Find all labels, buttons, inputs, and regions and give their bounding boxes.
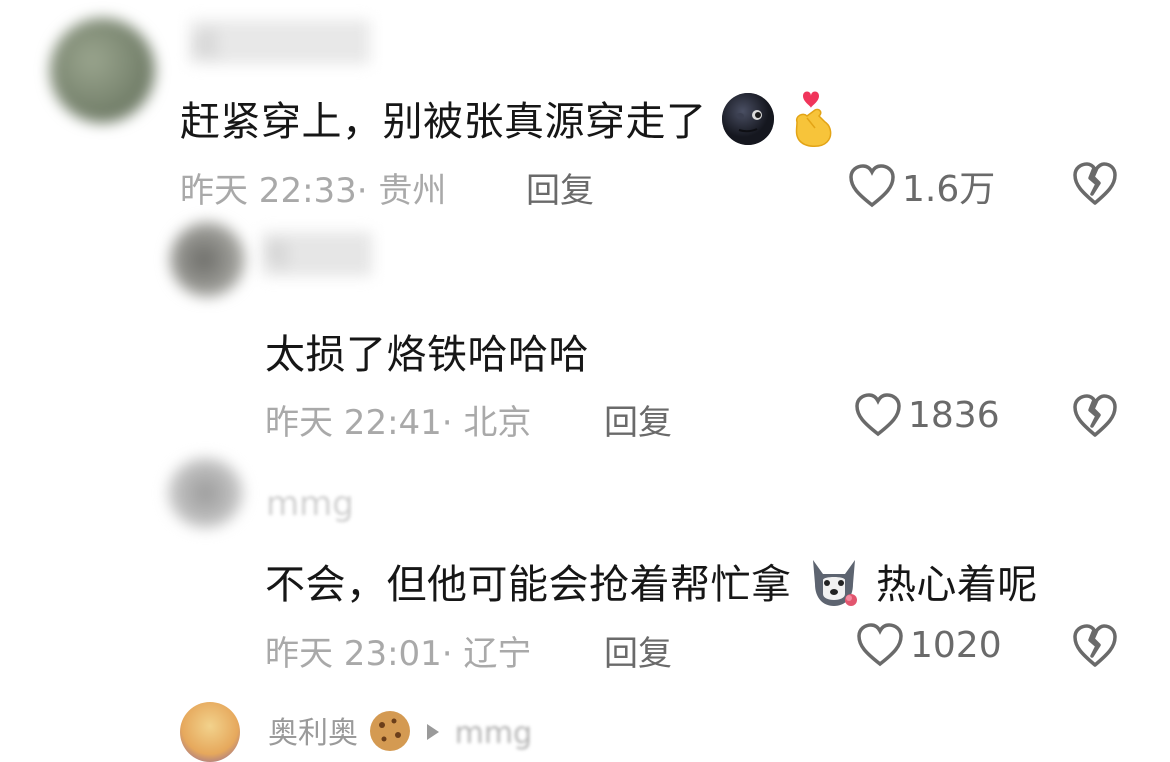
broken-heart-icon[interactable] — [1072, 394, 1118, 438]
avatar[interactable] — [50, 18, 155, 123]
timestamp: 昨天 22:41 — [265, 403, 442, 443]
separator: · — [441, 634, 453, 674]
avatar[interactable] — [170, 222, 245, 297]
reply-to-name[interactable]: mmg — [455, 716, 533, 751]
comment-text: 不会，但他可能会抢着帮忙拿 热心着呢 — [265, 552, 1038, 620]
author-name[interactable]: 奥利奥 — [268, 716, 358, 751]
reply-button[interactable]: 回复 — [604, 395, 672, 444]
heart-icon — [856, 622, 904, 668]
like-button[interactable]: 1.6万 — [848, 160, 995, 212]
avatar[interactable] — [168, 458, 243, 528]
comment-text-tail: 热心着呢 — [875, 562, 1038, 608]
reply-arrow-icon — [421, 717, 445, 752]
reply-button[interactable]: 回复 — [604, 626, 672, 675]
broken-heart-icon[interactable] — [1072, 624, 1118, 668]
location: 贵州 — [378, 171, 447, 211]
author-name[interactable]: 成 — [190, 20, 370, 64]
like-count: 1020 — [910, 624, 1002, 666]
cookie-icon — [368, 709, 412, 761]
separator: · — [356, 171, 368, 211]
comment-text-body: 赶紧穿上，别被张真源穿走了 — [180, 99, 707, 145]
husky-with-rose-icon — [805, 554, 863, 620]
comment-meta: 昨天 23:01· 辽宁 — [265, 626, 531, 675]
author-name[interactable]: mmg — [266, 484, 354, 524]
location: 辽宁 — [463, 634, 532, 674]
comment-text-body: 不会，但他可能会抢着帮忙拿 — [265, 562, 792, 608]
comment-meta: 昨天 22:41· 北京 — [265, 395, 531, 444]
avatar[interactable] — [180, 702, 240, 762]
like-count: 1.6万 — [902, 169, 996, 210]
broken-heart-icon[interactable] — [1072, 162, 1118, 206]
like-count: 1836 — [908, 394, 1000, 436]
author-name[interactable]: 号 — [262, 232, 372, 276]
heart-icon — [854, 392, 902, 438]
reply-button[interactable]: 回复 — [526, 163, 594, 212]
heart-icon — [848, 163, 896, 209]
like-button[interactable]: 1020 — [856, 622, 1002, 668]
new-moon-face-icon — [720, 91, 776, 157]
like-button[interactable]: 1836 — [854, 392, 1000, 438]
timestamp: 昨天 23:01 — [265, 634, 442, 674]
author-line: 奥利奥 mmg — [268, 708, 532, 761]
location: 北京 — [463, 403, 532, 443]
timestamp: 昨天 22:33 — [180, 171, 357, 211]
finger-heart-icon — [789, 88, 839, 160]
comment-meta: 昨天 22:33· 贵州 — [180, 163, 446, 212]
comment-text: 赶紧穿上，别被张真源穿走了 — [180, 88, 839, 160]
separator: · — [441, 403, 453, 443]
comment-text: 太损了烙铁哈哈哈 — [265, 332, 589, 378]
